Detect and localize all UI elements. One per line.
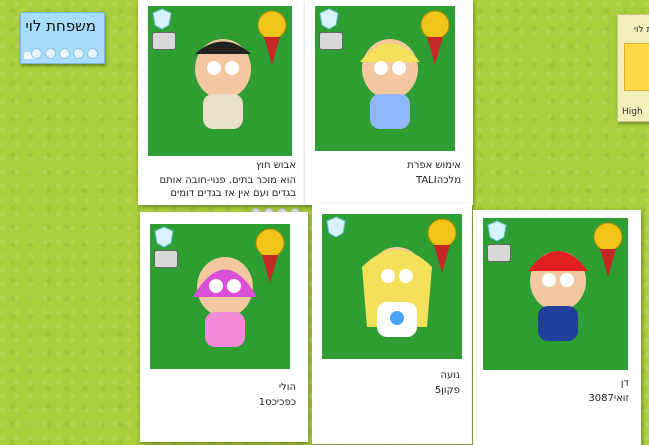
share-icon[interactable] xyxy=(87,48,98,59)
shield-icon xyxy=(154,226,174,248)
card-name: אימוש אפרת xyxy=(407,160,461,171)
card-description: הוא מוכר בתים. פנוי-חובה אותם בגדים ועם … xyxy=(159,175,296,199)
card-description: פקון5 xyxy=(434,385,460,396)
card-name: אבוש חוץ xyxy=(255,160,296,171)
edit-icon[interactable] xyxy=(31,48,42,59)
card-name: נועה xyxy=(440,370,460,381)
copy-icon[interactable] xyxy=(45,48,56,59)
card-name: הולי xyxy=(278,382,296,393)
card-holi[interactable]: הולי כפכיכס1 xyxy=(140,212,308,442)
character-illustration xyxy=(193,257,257,347)
note-image xyxy=(624,43,649,91)
move-icon[interactable] xyxy=(59,48,70,59)
board-title: משפחת לוי xyxy=(25,17,96,35)
shield-icon xyxy=(319,8,339,30)
card-avosh[interactable]: אבוש חוץ הוא מוכר בתים. פנוי-חובה אותם ב… xyxy=(138,0,308,218)
character-illustration xyxy=(528,251,588,341)
side-note[interactable]: משפחת לוי High xyxy=(617,14,649,122)
shield-icon xyxy=(487,220,507,242)
side-note-title: משפחת לוי xyxy=(634,25,649,35)
info-icon[interactable] xyxy=(73,48,84,59)
card-art xyxy=(315,6,455,151)
side-note-footer: High xyxy=(622,107,643,117)
card-name: דן xyxy=(620,378,629,389)
card-art xyxy=(322,214,462,359)
character-illustration xyxy=(362,247,432,337)
shield-icon xyxy=(152,8,172,30)
card-efrat[interactable]: אימוש אפרת מלכהTALI xyxy=(305,0,473,205)
card-description: מלכהTALI xyxy=(416,175,461,186)
card-description: כפכיכס1 xyxy=(258,397,296,408)
character-illustration xyxy=(195,39,251,129)
card-dan[interactable]: דן זואי3087 xyxy=(473,210,641,445)
note-actions xyxy=(31,48,98,59)
board-title-note[interactable]: משפחת לוי xyxy=(20,12,105,64)
card-art xyxy=(150,224,290,369)
card-description: זואי3087 xyxy=(588,393,629,404)
card-art xyxy=(148,6,292,156)
card-noa[interactable]: נועה פקון5 xyxy=(312,204,472,444)
card-art xyxy=(483,218,628,370)
shield-icon xyxy=(326,216,346,238)
character-illustration xyxy=(360,39,420,129)
